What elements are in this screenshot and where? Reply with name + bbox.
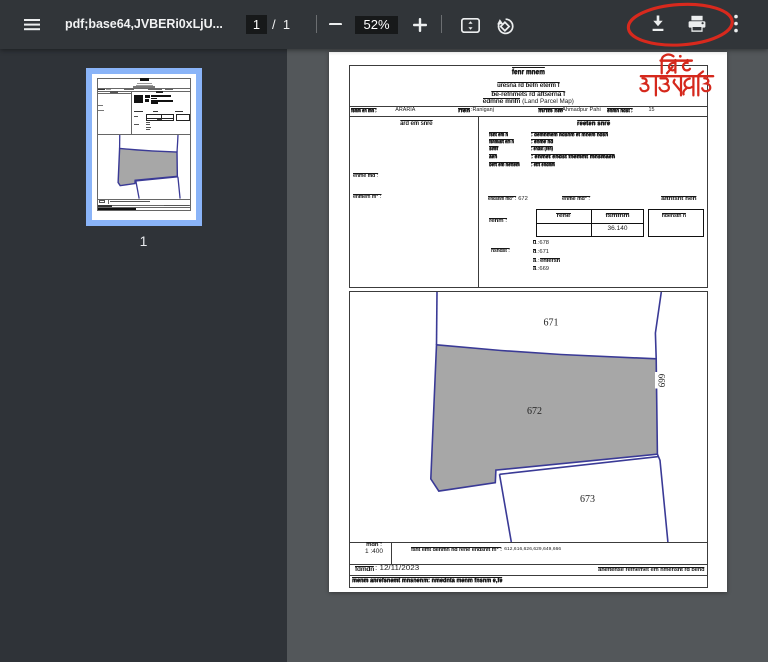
svg-text:673: 673	[580, 494, 595, 505]
svg-text:672: 672	[527, 406, 542, 417]
svg-text:669: 669	[656, 373, 666, 387]
svg-text:671: 671	[543, 317, 558, 328]
